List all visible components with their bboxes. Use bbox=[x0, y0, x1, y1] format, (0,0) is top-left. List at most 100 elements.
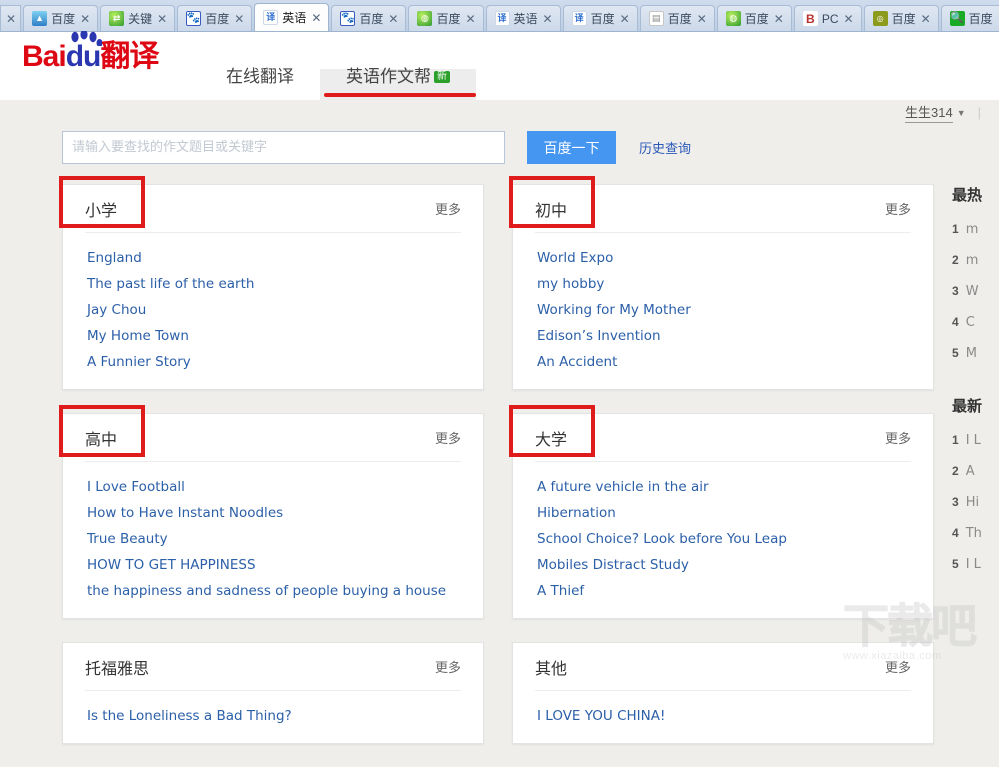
essay-link[interactable]: A Thief bbox=[535, 578, 911, 604]
more-link[interactable]: 更多 bbox=[435, 428, 461, 447]
logo-du-text: du bbox=[66, 42, 101, 72]
card-title: 高中 bbox=[85, 426, 117, 450]
close-icon[interactable]: ✕ bbox=[696, 13, 707, 25]
browser-tab-0[interactable]: ✕ bbox=[0, 5, 21, 31]
close-icon[interactable]: ✕ bbox=[387, 13, 398, 25]
sidebar-list-item[interactable]: 1m bbox=[952, 214, 999, 245]
essay-link[interactable]: Jay Chou bbox=[85, 297, 461, 323]
close-icon[interactable]: ✕ bbox=[464, 13, 475, 25]
browser-tab-9[interactable]: ▤百度✕ bbox=[640, 5, 715, 31]
browser-tab-10[interactable]: ◍百度✕ bbox=[717, 5, 792, 31]
essay-link[interactable]: An Accident bbox=[535, 349, 911, 375]
nav-item-label: 在线翻译 bbox=[226, 67, 294, 87]
sidebar-list-item[interactable]: 2A bbox=[952, 456, 999, 487]
essay-link[interactable]: my hobby bbox=[535, 271, 911, 297]
essay-list: I Love FootballHow to Have Instant Noodl… bbox=[85, 462, 461, 618]
browser-tab-11[interactable]: B PC ✕ bbox=[794, 5, 862, 31]
essay-link[interactable]: England bbox=[85, 245, 461, 271]
essay-link[interactable]: How to Have Instant Noodles bbox=[85, 500, 461, 526]
baidu-fanyi-logo[interactable]: Baidu翻译 bbox=[22, 42, 158, 72]
close-icon[interactable]: ✕ bbox=[233, 13, 244, 25]
browser-tab-13[interactable]: 🔍百度✕ bbox=[941, 5, 999, 31]
new-badge: 新 bbox=[434, 71, 450, 83]
essay-link[interactable]: My Home Town bbox=[85, 323, 461, 349]
nav-item-online-translate[interactable]: 在线翻译 bbox=[200, 69, 320, 100]
card-row: 高中 更多 I Love FootballHow to Have Instant N… bbox=[62, 413, 934, 619]
card-header: 托福雅思更多 bbox=[85, 643, 461, 691]
essay-link[interactable]: I LOVE YOU CHINA! bbox=[535, 703, 911, 729]
essay-link[interactable]: HOW TO GET HAPPINESS bbox=[85, 552, 461, 578]
sidebar-rank-number: 4 bbox=[952, 307, 959, 337]
essay-list: EnglandThe past life of the earthJay Cho… bbox=[85, 233, 461, 389]
more-link[interactable]: 更多 bbox=[885, 199, 911, 218]
search-input[interactable] bbox=[62, 131, 505, 164]
essay-link[interactable]: Is the Loneliness a Bad Thing? bbox=[85, 703, 461, 729]
browser-tab-5[interactable]: 🐾百度✕ bbox=[331, 5, 406, 31]
card-header: 初中更多 bbox=[535, 185, 911, 233]
essay-link[interactable]: Edison’s Invention bbox=[535, 323, 911, 349]
category-card: 托福雅思更多 Is the Loneliness a Bad Thing? bbox=[62, 642, 484, 744]
browser-tab-title: PC bbox=[822, 12, 839, 26]
baidu-paw-icon bbox=[68, 31, 102, 46]
browser-tab-7[interactable]: 译英语✕ bbox=[486, 5, 561, 31]
sidebar-block: 最热1m2m3W4C5M bbox=[952, 184, 999, 369]
green-search-icon: 🔍 bbox=[950, 11, 965, 26]
sidebar-list-item[interactable]: 3Hi bbox=[952, 487, 999, 518]
essay-link[interactable]: A future vehicle in the air bbox=[535, 474, 911, 500]
browser-tab-1[interactable]: ▲百度✕ bbox=[23, 5, 98, 31]
close-icon[interactable]: ✕ bbox=[310, 12, 321, 24]
essay-link[interactable]: A Funnier Story bbox=[85, 349, 461, 375]
browser-tab-title: 百度 bbox=[969, 10, 993, 27]
sidebar-list-item[interactable]: 5I L bbox=[952, 549, 999, 580]
close-icon[interactable]: ✕ bbox=[843, 13, 854, 25]
browser-tab-6[interactable]: ◍百度✕ bbox=[408, 5, 483, 31]
more-link[interactable]: 更多 bbox=[435, 199, 461, 218]
sidebar-rank-number: 5 bbox=[952, 549, 959, 579]
browser-tab-title: 百度 bbox=[892, 10, 916, 27]
history-query-link[interactable]: 历史查询 bbox=[639, 138, 691, 157]
essay-link[interactable]: True Beauty bbox=[85, 526, 461, 552]
close-icon[interactable]: ✕ bbox=[79, 13, 90, 25]
close-icon[interactable]: ✕ bbox=[5, 13, 16, 25]
close-icon[interactable]: ✕ bbox=[156, 13, 167, 25]
sidebar-rank-number: 3 bbox=[952, 487, 959, 517]
sidebar-list-item[interactable]: 4C bbox=[952, 307, 999, 338]
essay-link[interactable]: Hibernation bbox=[535, 500, 911, 526]
more-link[interactable]: 更多 bbox=[885, 657, 911, 676]
site-header: Baidu翻译 在线翻译英语作文帮新 生生314 ▼ | bbox=[0, 32, 999, 100]
browser-tab-8[interactable]: 译百度✕ bbox=[563, 5, 638, 31]
sidebar-rank-number: 5 bbox=[952, 338, 959, 368]
sidebar-list-item[interactable]: 3W bbox=[952, 276, 999, 307]
essay-link[interactable]: The past life of the earth bbox=[85, 271, 461, 297]
essay-link[interactable]: School Choice? Look before You Leap bbox=[535, 526, 911, 552]
sidebar-item-label: m bbox=[966, 246, 979, 276]
baidu-paw-icon: 🐾 bbox=[186, 11, 201, 26]
close-icon[interactable]: ✕ bbox=[542, 13, 553, 25]
more-link[interactable]: 更多 bbox=[885, 428, 911, 447]
card-header: 小学更多 bbox=[85, 185, 461, 233]
browser-tab-3[interactable]: 🐾百度✕ bbox=[177, 5, 252, 31]
essay-link[interactable]: the happiness and sadness of people buyi… bbox=[85, 578, 461, 604]
browser-tab-12[interactable]: ◎百度✕ bbox=[864, 5, 939, 31]
essay-link[interactable]: Mobiles Distract Study bbox=[535, 552, 911, 578]
sidebar-list-item[interactable]: 4Th bbox=[952, 518, 999, 549]
sidebar-block-title: 最新 bbox=[952, 395, 999, 416]
search-button[interactable]: 百度一下 bbox=[527, 131, 616, 164]
sidebar-list-item[interactable]: 1I L bbox=[952, 425, 999, 456]
essay-link[interactable]: Working for My Mother bbox=[535, 297, 911, 323]
essay-link[interactable]: World Expo bbox=[535, 245, 911, 271]
user-menu[interactable]: 生生314 ▼ | bbox=[905, 102, 981, 123]
browser-tab-2[interactable]: ⇄关键✕ bbox=[100, 5, 175, 31]
essay-link[interactable]: I Love Football bbox=[85, 474, 461, 500]
close-icon[interactable]: ✕ bbox=[773, 13, 784, 25]
card-title: 大学 bbox=[535, 426, 567, 450]
translate-icon: 译 bbox=[572, 11, 587, 26]
close-icon[interactable]: ✕ bbox=[920, 13, 931, 25]
sidebar-list-item[interactable]: 2m bbox=[952, 245, 999, 276]
close-icon[interactable]: ✕ bbox=[619, 13, 630, 25]
more-link[interactable]: 更多 bbox=[435, 657, 461, 676]
sidebar-item-label: M bbox=[966, 339, 977, 369]
red-b-icon: B bbox=[803, 11, 818, 26]
sidebar-list-item[interactable]: 5M bbox=[952, 338, 999, 369]
browser-tab-4[interactable]: 译英语✕ bbox=[254, 3, 329, 31]
